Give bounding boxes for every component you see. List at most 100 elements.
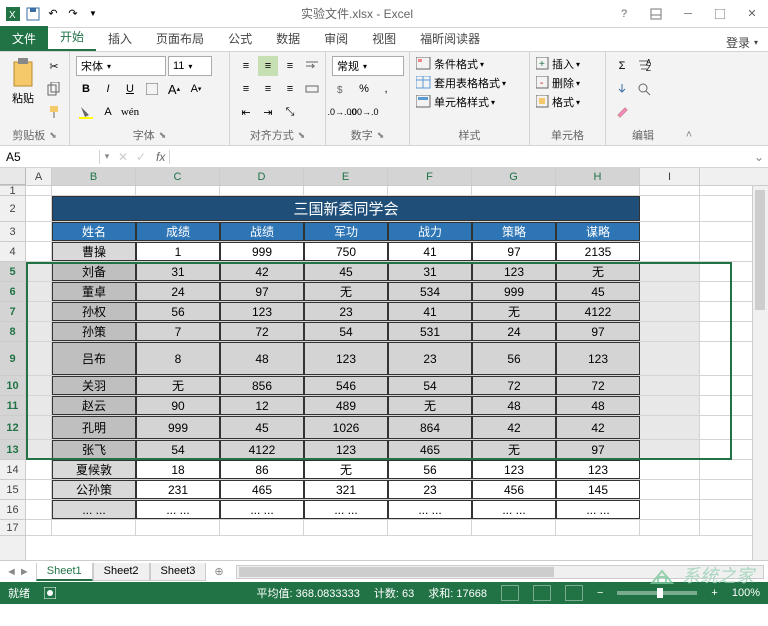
data-cell[interactable]: 72 [556,376,640,395]
font-size-combo[interactable]: 11▾ [168,56,212,76]
cell[interactable] [640,520,700,535]
italic-button[interactable]: I [98,79,118,99]
data-cell[interactable]: 123 [304,342,388,375]
expand-formula-bar-icon[interactable]: ⌄ [750,150,768,164]
cell[interactable] [136,186,220,195]
cell[interactable] [640,322,700,341]
col-header-C[interactable]: C [136,168,220,185]
add-sheet-icon[interactable]: ⊕ [206,565,231,578]
data-cell[interactable]: 24 [472,322,556,341]
name-cell[interactable]: 吕布 [52,342,136,375]
data-cell[interactable]: 1 [136,242,220,261]
dialog-launcher-icon[interactable]: ⬊ [49,130,57,141]
table-title[interactable]: 三国新委同学会 [52,196,640,221]
cell[interactable] [304,186,388,195]
cell[interactable] [556,186,640,195]
data-cell[interactable]: 999 [472,282,556,301]
sheet-tab-Sheet2[interactable]: Sheet2 [93,563,150,581]
data-cell[interactable]: 无 [388,396,472,415]
data-cell[interactable]: 41 [388,242,472,261]
insert-cells-button[interactable]: +插入▾ [536,56,580,72]
cell[interactable] [556,520,640,535]
table-header[interactable]: 成绩 [136,222,220,241]
table-header[interactable]: 战绩 [220,222,304,241]
data-cell[interactable]: 90 [136,396,220,415]
row-header-10[interactable]: 10 [0,376,25,396]
name-cell[interactable]: 刘备 [52,262,136,281]
zoom-slider[interactable] [617,591,697,595]
data-cell[interactable]: ... ... [304,500,388,519]
align-middle-icon[interactable]: ≡ [258,56,278,76]
name-box[interactable]: A5 [0,150,100,164]
border-button[interactable] [142,79,162,99]
data-cell[interactable]: 48 [556,396,640,415]
data-cell[interactable]: 18 [136,460,220,479]
row-header-17[interactable]: 17 [0,520,25,536]
cell[interactable] [26,520,52,535]
col-header-B[interactable]: B [52,168,136,185]
cell[interactable] [640,460,700,479]
vertical-scrollbar[interactable] [752,186,768,560]
cell[interactable] [26,222,52,241]
cell[interactable] [52,520,136,535]
zoom-in-icon[interactable]: + [711,587,717,599]
underline-button[interactable]: U [120,79,140,99]
collapse-ribbon-icon[interactable]: ˄ [680,52,698,145]
cell[interactable] [26,242,52,261]
normal-view-icon[interactable] [501,585,519,601]
data-cell[interactable]: 54 [136,440,220,459]
cell[interactable] [220,186,304,195]
delete-cells-button[interactable]: -删除▾ [536,75,580,91]
data-cell[interactable]: 23 [388,480,472,499]
data-cell[interactable]: 97 [556,322,640,341]
zoom-out-icon[interactable]: − [597,587,603,599]
tab-页面布局[interactable]: 页面布局 [144,26,216,51]
data-cell[interactable]: ... ... [388,500,472,519]
data-cell[interactable]: 45 [556,282,640,301]
data-cell[interactable]: 97 [556,440,640,459]
data-cell[interactable]: 无 [136,376,220,395]
row-header-16[interactable]: 16 [0,500,25,520]
find-select-icon[interactable] [634,79,654,99]
row-header-11[interactable]: 11 [0,396,25,416]
number-format-combo[interactable]: 常规▾ [332,56,404,76]
qat-dropdown-icon[interactable]: ▼ [84,5,102,23]
data-cell[interactable]: 56 [472,342,556,375]
cell[interactable] [640,282,700,301]
data-cell[interactable]: 999 [136,416,220,439]
data-cell[interactable]: 7 [136,322,220,341]
data-cell[interactable]: 无 [472,302,556,321]
data-cell[interactable]: 12 [220,396,304,415]
data-cell[interactable]: ... ... [136,500,220,519]
format-cells-button[interactable]: 格式▾ [536,94,580,110]
row-header-2[interactable]: 2 [0,196,25,222]
data-cell[interactable]: 123 [556,460,640,479]
sheet-tab-Sheet3[interactable]: Sheet3 [150,563,207,581]
data-cell[interactable]: 123 [556,342,640,375]
col-header-H[interactable]: H [556,168,640,185]
data-cell[interactable]: 42 [556,416,640,439]
data-cell[interactable]: 54 [304,322,388,341]
cell[interactable] [220,520,304,535]
name-cell[interactable]: 夏候敦 [52,460,136,479]
tab-开始[interactable]: 开始 [48,24,96,51]
name-cell[interactable]: 张飞 [52,440,136,459]
cell[interactable] [640,186,700,195]
fill-color-button[interactable] [76,102,96,122]
cell[interactable] [472,520,556,535]
redo-icon[interactable]: ↷ [64,5,82,23]
data-cell[interactable]: 123 [472,262,556,281]
data-cell[interactable]: 45 [304,262,388,281]
data-cell[interactable]: 123 [220,302,304,321]
row-header-3[interactable]: 3 [0,222,25,242]
data-cell[interactable]: 321 [304,480,388,499]
name-cell[interactable]: 曹操 [52,242,136,261]
tab-审阅[interactable]: 审阅 [312,26,360,51]
fx-icon[interactable]: fx [150,150,170,164]
data-cell[interactable]: 41 [388,302,472,321]
format-painter-icon[interactable] [44,102,64,122]
cell[interactable] [26,262,52,281]
name-cell[interactable]: 董卓 [52,282,136,301]
cell[interactable] [26,186,52,195]
close-icon[interactable]: ✕ [740,4,764,24]
